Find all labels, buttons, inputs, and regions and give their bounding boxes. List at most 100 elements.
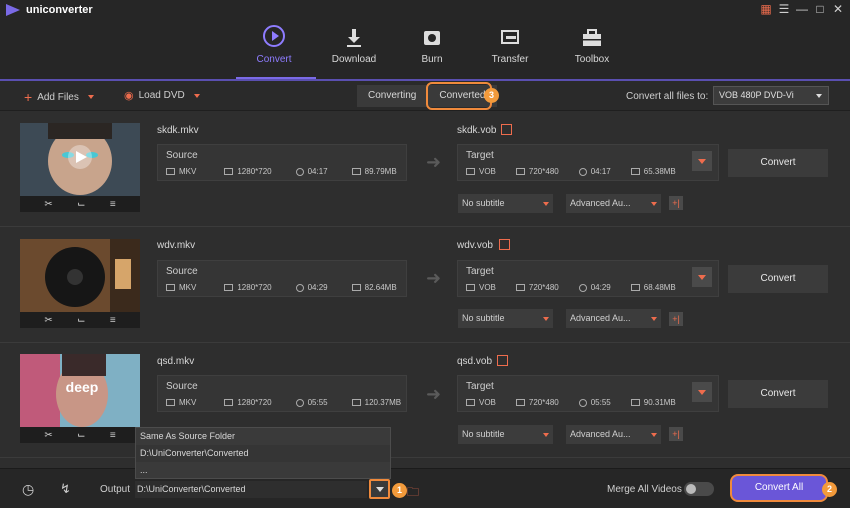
target-settings-dropdown[interactable]: [692, 267, 712, 287]
target-filename: qsd.vob: [457, 356, 493, 367]
target-settings-dropdown[interactable]: [692, 382, 712, 402]
target-info-panel: Target VOB 720*480 04:17 65.38MB: [457, 144, 719, 181]
window-controls: ▦ ☰ — □ ✕: [760, 2, 844, 16]
film-icon: [166, 399, 175, 406]
output-folder-dropdown: Same As Source Folder D:\UniConverter\Co…: [135, 427, 391, 479]
chevron-down-icon[interactable]: [87, 95, 94, 99]
output-path-field[interactable]: D:\UniConverter\Converted: [135, 481, 367, 498]
menu-icon[interactable]: ☰: [778, 2, 790, 16]
subtitle-value: No subtitle: [462, 313, 505, 323]
video-thumbnail[interactable]: ✂ ⌙ ≡: [20, 123, 140, 212]
target-format: VOB: [479, 167, 496, 176]
clock-icon: [578, 167, 587, 176]
target-meta: VOB 720*480 04:17 65.38MB: [466, 167, 676, 176]
high-speed-icon[interactable]: ↯: [60, 481, 71, 497]
merge-all-toggle[interactable]: [684, 482, 714, 496]
target-duration: 04:17: [590, 167, 611, 176]
folder-icon: [630, 284, 640, 291]
resolution-icon: [515, 284, 525, 291]
subtitle-select[interactable]: No subtitle: [458, 194, 553, 213]
convert-all-button[interactable]: Convert All: [730, 474, 828, 502]
edit-icon[interactable]: [501, 124, 512, 135]
output-format-select[interactable]: VOB 480P DVD-Vi: [713, 86, 829, 105]
clock-icon: [578, 398, 587, 407]
folder-icon: [630, 168, 640, 175]
crop-icon[interactable]: ⌙: [77, 430, 85, 441]
target-size: 68.48MB: [643, 283, 676, 292]
audio-select[interactable]: Advanced Au...: [566, 309, 661, 328]
merge-icon[interactable]: +|: [669, 196, 683, 210]
target-label: Target: [466, 266, 494, 277]
tab-download[interactable]: Download: [318, 20, 390, 78]
folder-icon[interactable]: 🗀: [407, 483, 419, 504]
tab-toolbox[interactable]: Toolbox: [556, 20, 628, 78]
edit-icon[interactable]: [497, 355, 508, 366]
transfer-icon: [501, 30, 519, 44]
add-files-button[interactable]: + Add Files: [24, 89, 94, 105]
chevron-down-icon[interactable]: [193, 93, 200, 98]
tab-label: Toolbox: [574, 54, 610, 65]
maximize-icon[interactable]: □: [814, 2, 826, 16]
target-meta: VOB 720*480 04:29 68.48MB: [466, 283, 676, 292]
output-option[interactable]: D:\UniConverter\Converted: [136, 445, 390, 462]
tab-burn[interactable]: Burn: [396, 20, 468, 78]
folder-icon: [630, 399, 640, 406]
effects-icon[interactable]: ≡: [110, 430, 116, 441]
target-duration: 04:29: [590, 283, 611, 292]
video-thumbnail[interactable]: ✂ ⌙ ≡: [20, 239, 140, 328]
source-label: Source: [166, 150, 198, 161]
tab-label: Convert: [256, 54, 292, 65]
audio-value: Advanced Au...: [570, 198, 631, 208]
load-dvd-button[interactable]: ◉ Load DVD: [124, 89, 200, 102]
tab-label: Download: [331, 54, 377, 65]
convert-button[interactable]: Convert: [728, 380, 828, 408]
output-dropdown-button[interactable]: [369, 479, 390, 499]
source-meta: MKV 1280*720 04:17 89.79MB: [166, 167, 397, 176]
output-label: Output: [100, 484, 131, 495]
crop-icon[interactable]: ⌙: [77, 315, 85, 326]
close-icon[interactable]: ✕: [832, 2, 844, 16]
source-info-panel: Source MKV 1280*720 04:17 89.79MB: [157, 144, 407, 181]
tab-convert[interactable]: Convert: [238, 20, 310, 78]
gift-icon[interactable]: ▦: [760, 2, 772, 16]
convert-button[interactable]: Convert: [728, 265, 828, 293]
arrow-right-icon: ➜: [426, 152, 442, 172]
app-name: uniconverter: [26, 4, 93, 16]
audio-select[interactable]: Advanced Au...: [566, 425, 661, 444]
target-size: 65.38MB: [643, 167, 676, 176]
effects-icon[interactable]: ≡: [110, 199, 116, 210]
trim-icon[interactable]: ✂: [44, 315, 52, 326]
convert-button[interactable]: Convert: [728, 149, 828, 177]
schedule-icon[interactable]: ◷: [22, 481, 34, 498]
merge-icon[interactable]: +|: [669, 427, 683, 441]
trim-icon[interactable]: ✂: [44, 199, 52, 210]
source-format: MKV: [179, 398, 197, 407]
folder-icon: [351, 399, 361, 406]
merge-icon[interactable]: +|: [669, 312, 683, 326]
source-filename: qsd.mkv: [157, 356, 195, 367]
target-resolution: 720*480: [528, 398, 559, 407]
tab-label: Transfer: [491, 54, 529, 65]
video-thumbnail[interactable]: deep ✂ ⌙ ≡: [20, 354, 140, 443]
source-meta: MKV 1280*720 05:55 120.37MB: [166, 398, 401, 407]
app-brand: uniconverter: [6, 4, 93, 16]
output-option[interactable]: Same As Source Folder: [136, 428, 390, 445]
minimize-icon[interactable]: —: [796, 2, 808, 16]
target-filename: wdv.vob: [457, 240, 493, 251]
output-option[interactable]: ...: [136, 462, 390, 479]
edit-icon[interactable]: [499, 239, 510, 250]
film-icon: [466, 168, 475, 175]
subtitle-select[interactable]: No subtitle: [458, 309, 553, 328]
target-settings-dropdown[interactable]: [692, 151, 712, 171]
tab-transfer[interactable]: Transfer: [474, 20, 546, 78]
target-filename: skdk.vob: [457, 125, 497, 136]
tab-converting[interactable]: Converting: [357, 85, 428, 107]
crop-icon[interactable]: ⌙: [77, 199, 85, 210]
trim-icon[interactable]: ✂: [44, 430, 52, 441]
chevron-down-icon: [543, 317, 549, 321]
effects-icon[interactable]: ≡: [110, 315, 116, 326]
load-dvd-label: Load DVD: [138, 90, 185, 101]
target-info-panel: Target VOB 720*480 05:55 90.31MB: [457, 375, 719, 412]
subtitle-select[interactable]: No subtitle: [458, 425, 553, 444]
audio-select[interactable]: Advanced Au...: [566, 194, 661, 213]
